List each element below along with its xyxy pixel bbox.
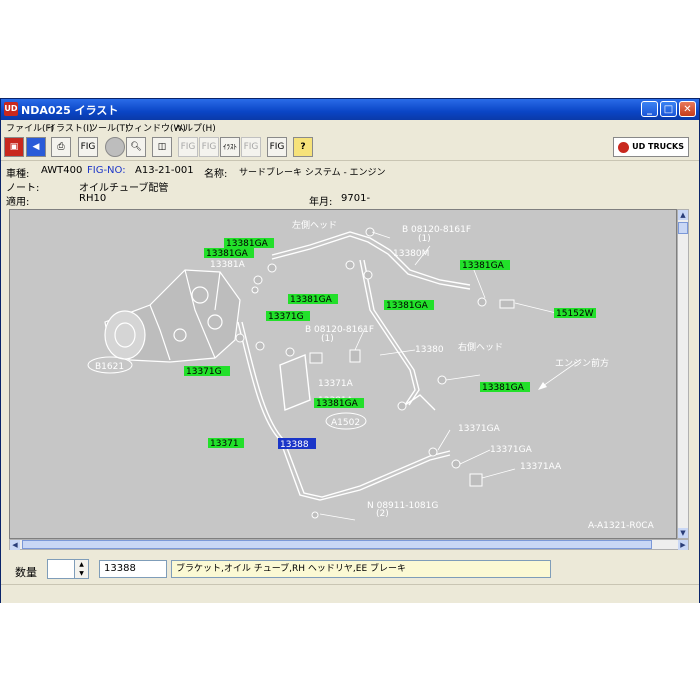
- part-tag-13381ga-6[interactable]: 13381GA: [482, 383, 525, 393]
- callout-bolt-top: B 08120-8161F: [402, 225, 471, 235]
- apply-value: RH10: [79, 193, 107, 204]
- fasteners: [235, 227, 515, 519]
- illustration-drawing: 左側ヘッド B 08120-8161F (1) 13380M B 08120-8…: [87, 219, 655, 531]
- fig-query-button[interactable]: FIG: [267, 137, 287, 157]
- ud-brand-text: UD TRUCKS: [632, 142, 684, 151]
- stepper-down-icon[interactable]: ▼: [75, 569, 88, 578]
- part-number-field[interactable]: 13388: [99, 560, 167, 578]
- minimize-button[interactable]: _: [641, 101, 658, 117]
- part-description-field: ブラケット,オイル チューブ,RH ヘッドリヤ,EE ブレーキ: [171, 560, 551, 578]
- vertical-scrollbar[interactable]: ▲ ▼: [677, 209, 689, 539]
- fig-last-button[interactable]: FIG: [241, 137, 261, 157]
- note-label: ノート:: [6, 183, 40, 194]
- year-label: 年月:: [309, 197, 333, 208]
- menu-help[interactable]: ヘルプ(H): [175, 121, 216, 134]
- toolbar: ▣ ◀ ⎙ FIG 🔍︎ ◫ FIG FIG ｲﾗｽﾄ FIG FIG ? UD…: [1, 134, 699, 161]
- model-value: AWT400: [41, 165, 83, 176]
- name-label: 名称:: [204, 169, 228, 180]
- menu-bar: ファイル(F) イラスト(I) ツール(T) ウィンドウ(W) ヘルプ(H): [1, 120, 699, 134]
- back-arrow-icon[interactable]: ◀: [26, 137, 46, 157]
- engine-housing: [104, 269, 241, 363]
- fig-code: A-A1321-R0CA: [588, 521, 655, 531]
- horizontal-scroll-thumb[interactable]: [22, 540, 652, 549]
- part-tag-13388-selected[interactable]: 13388: [280, 440, 309, 450]
- callout-engine-front: エンジン前方: [555, 357, 609, 369]
- callout-13371ga-2: 13371GA: [490, 445, 533, 455]
- fig-label: FIG-NO:: [87, 165, 126, 176]
- app-logo-icon: UD: [4, 102, 18, 116]
- part-tag-15152w[interactable]: 15152W: [556, 309, 594, 319]
- fig-button[interactable]: FIG: [78, 137, 98, 157]
- scroll-up-icon[interactable]: ▲: [678, 210, 688, 220]
- fig-value: A13-21-001: [135, 165, 194, 176]
- marker-a1502: A1502: [331, 418, 360, 428]
- quantity-label: 数量: [15, 566, 37, 579]
- illust-button[interactable]: ｲﾗｽﾄ: [220, 137, 240, 157]
- callout-nut-qty: (2): [376, 509, 389, 519]
- zoom-icon[interactable]: 🔍︎: [126, 137, 146, 157]
- part-tag-13381ga-7[interactable]: 13381GA: [316, 399, 359, 409]
- part-label-13381a[interactable]: 13381A: [210, 260, 246, 270]
- info-panel: 車種: AWT400 FIG-NO: A13-21-001 名称: サードブレー…: [1, 161, 699, 208]
- print-icon[interactable]: ⎙: [51, 137, 71, 157]
- maximize-button[interactable]: □: [660, 101, 677, 117]
- name-value: サードブレーキ システム - エンジン: [239, 168, 386, 178]
- quantity-stepper[interactable]: ▲ ▼: [74, 559, 89, 579]
- apply-label: 適用:: [6, 197, 30, 208]
- vertical-scroll-thumb[interactable]: [678, 222, 688, 234]
- window-title: NDA025 イラスト: [21, 104, 119, 117]
- callout-13371aa: 13371AA: [520, 462, 562, 472]
- title-bar[interactable]: UD NDA025 イラスト _ □ ✕: [1, 99, 699, 120]
- callout-bolt-mid-qty: (1): [321, 334, 334, 344]
- ud-trucks-logo: UD TRUCKS: [613, 137, 689, 157]
- quantity-input[interactable]: [47, 559, 75, 579]
- callout-13380: 13380: [415, 345, 444, 355]
- menu-illust[interactable]: イラスト(I): [47, 121, 93, 134]
- part-tag-13381ga-5[interactable]: 13381GA: [386, 301, 429, 311]
- application-window: UD NDA025 イラスト _ □ ✕ ファイル(F) イラスト(I) ツール…: [0, 98, 700, 603]
- scroll-right-icon[interactable]: ▶: [678, 540, 688, 550]
- part-tag-13371g-1[interactable]: 13371G: [268, 312, 304, 322]
- callout-right-head: 右側ヘッド: [458, 341, 503, 353]
- part-tag-13381ga-2[interactable]: 13381GA: [206, 249, 249, 259]
- ud-logo-icon: [618, 142, 629, 153]
- part-tag-13381ga-1[interactable]: 13381GA: [226, 239, 269, 249]
- fig-prev-button[interactable]: FIG: [199, 137, 219, 157]
- menu-tools[interactable]: ツール(T): [89, 121, 129, 134]
- close-button[interactable]: ✕: [679, 101, 696, 117]
- part-tag-13371[interactable]: 13371: [210, 439, 239, 449]
- part-tag-13371g-2[interactable]: 13371G: [186, 367, 222, 377]
- model-label: 車種:: [6, 169, 30, 180]
- part-tag-13381ga-3[interactable]: 13381GA: [462, 261, 505, 271]
- part-tag-13381ga-4[interactable]: 13381GA: [290, 295, 333, 305]
- book-icon[interactable]: ◫: [152, 137, 172, 157]
- status-bar: [1, 584, 699, 603]
- horizontal-scrollbar[interactable]: ◀ ▶: [9, 539, 689, 550]
- leader-lines: [319, 231, 581, 521]
- scroll-down-icon[interactable]: ▼: [678, 528, 688, 538]
- marker-b1621: B1621: [95, 362, 124, 372]
- callout-13371ga: 13371GA: [458, 424, 501, 434]
- callout-13380m: 13380M: [393, 249, 429, 259]
- help-icon[interactable]: ?: [293, 137, 313, 157]
- callout-bolt-top-qty: (1): [418, 234, 431, 244]
- open-icon[interactable]: ▣: [4, 137, 24, 157]
- fig-next-button[interactable]: FIG: [178, 137, 198, 157]
- callout-bolt-mid: B 08120-8161F: [305, 325, 374, 335]
- year-value: 9701-: [341, 193, 371, 204]
- scroll-left-icon[interactable]: ◀: [10, 540, 20, 550]
- gray-circle-icon[interactable]: [105, 137, 125, 157]
- note-value: オイルチューブ配管: [79, 183, 169, 194]
- engine-front-arrow-icon: [538, 382, 547, 390]
- illustration-canvas[interactable]: 左側ヘッド B 08120-8161F (1) 13380M B 08120-8…: [9, 209, 677, 539]
- callout-13371a: 13371A: [318, 379, 354, 389]
- part-detail-bar: 数量 ▲ ▼ 13388 ブラケット,オイル チューブ,RH ヘッドリヤ,EE ブ…: [1, 554, 699, 582]
- stepper-up-icon[interactable]: ▲: [75, 560, 88, 569]
- callout-left-head: 左側ヘッド: [292, 219, 337, 231]
- green-part-tags: 13381GA 13381GA 13381A 13381GA 13381GA 1…: [184, 238, 596, 450]
